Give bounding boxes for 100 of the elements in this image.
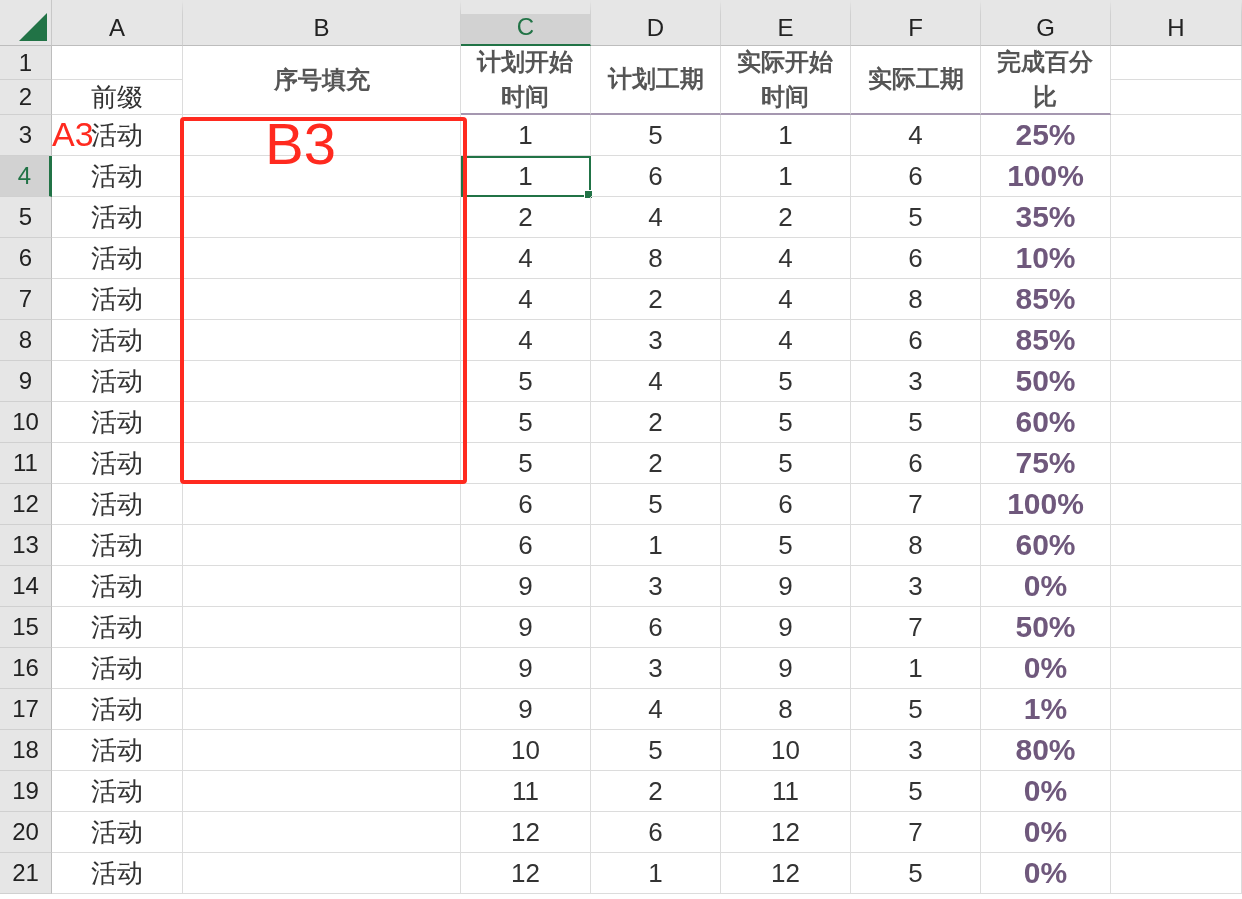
column-header[interactable]: H: [1111, 0, 1242, 46]
table-cell: 7: [908, 611, 923, 643]
table-cell: 2: [518, 201, 533, 233]
column-header[interactable]: C: [461, 0, 591, 46]
table-cell: 1%: [1023, 692, 1068, 726]
table-cell: 9: [518, 652, 533, 684]
row-header[interactable]: 21: [0, 853, 52, 894]
table-cell: 6: [908, 447, 923, 479]
corner-triangle-icon: [19, 13, 47, 41]
table-cell-text: 活动: [91, 692, 143, 726]
table-cell: 5: [778, 447, 793, 479]
row-header[interactable]: 14: [0, 566, 52, 607]
row-header[interactable]: 10: [0, 402, 52, 443]
table-cell-text: 活动: [91, 733, 143, 767]
table-cell: 11: [512, 775, 539, 807]
table-cell: 60%: [1015, 528, 1076, 562]
table-cell: 10: [771, 734, 800, 766]
table-cell: 6: [648, 816, 663, 848]
row-header[interactable]: 8: [0, 320, 52, 361]
table-cell: 12: [771, 857, 800, 889]
table-cell: 2: [648, 283, 663, 315]
column-title: 完成百分比: [996, 46, 1095, 112]
table-cell-text: 活动: [91, 200, 143, 234]
table-cell: 8: [908, 283, 923, 315]
table-cell-text: 活动: [91, 856, 143, 890]
column-title: 实际工期: [867, 64, 964, 95]
table-cell-text: 活动: [91, 774, 143, 808]
column-header[interactable]: A: [52, 0, 183, 46]
row-header[interactable]: 12: [0, 484, 52, 525]
row-header[interactable]: 3: [0, 115, 52, 156]
table-cell: 9: [518, 693, 533, 725]
table-cell: 3: [648, 570, 663, 602]
table-cell: 6: [908, 160, 923, 192]
row-header[interactable]: 5: [0, 197, 52, 238]
table-cell: 1: [518, 119, 533, 151]
table-cell: 8: [908, 529, 923, 561]
table-cell: 4: [518, 324, 533, 356]
table-cell: 9: [778, 611, 793, 643]
row-header[interactable]: 4: [0, 156, 52, 197]
column-title: 计划开始时间: [475, 46, 575, 112]
table-cell: 75%: [1015, 446, 1076, 480]
table-cell: 0%: [1023, 651, 1068, 685]
row-header[interactable]: 16: [0, 648, 52, 689]
table-cell: 4: [778, 283, 793, 315]
table-cell: 50%: [1015, 364, 1076, 398]
table-cell: 6: [518, 488, 533, 520]
table-cell: 10%: [1015, 241, 1076, 275]
table-cell: 9: [518, 611, 533, 643]
select-all-corner[interactable]: [0, 0, 52, 46]
table-cell: 9: [518, 570, 533, 602]
table-cell: 6: [648, 611, 663, 643]
table-cell: 5: [778, 529, 793, 561]
table-cell: 12: [771, 816, 800, 848]
table-cell-text: 活动: [91, 487, 143, 521]
table-cell: 4: [648, 693, 663, 725]
column-header[interactable]: D: [591, 0, 721, 46]
row-header[interactable]: 11: [0, 443, 52, 484]
table-cell: 3: [648, 324, 663, 356]
column-title: 实际开始时间: [736, 46, 835, 112]
table-cell: 85%: [1015, 323, 1076, 357]
row-header[interactable]: 6: [0, 238, 52, 279]
row-header[interactable]: 17: [0, 689, 52, 730]
table-cell: 1: [908, 652, 923, 684]
column-header[interactable]: E: [721, 0, 851, 46]
row-header[interactable]: 20: [0, 812, 52, 853]
table-cell: 5: [908, 406, 923, 438]
table-cell: 9: [778, 570, 793, 602]
table-cell: 25%: [1015, 118, 1076, 152]
column-header[interactable]: F: [851, 0, 981, 46]
table-cell: 5: [648, 734, 663, 766]
table-cell: 3: [908, 734, 923, 766]
table-cell: 6: [908, 324, 923, 356]
table-cell: 5: [778, 365, 793, 397]
column-header[interactable]: G: [981, 0, 1111, 46]
table-cell: 60%: [1015, 405, 1076, 439]
table-cell: 2: [648, 406, 663, 438]
table-cell: 4: [648, 365, 663, 397]
table-cell-text: 活动: [91, 159, 143, 193]
table-cell: 2: [648, 775, 663, 807]
fill-handle[interactable]: [584, 190, 593, 199]
table-cell: 5: [518, 406, 533, 438]
row-header[interactable]: 19: [0, 771, 52, 812]
table-cell-text: 活动: [91, 446, 143, 480]
table-cell: 3: [908, 365, 923, 397]
table-cell: 5: [778, 406, 793, 438]
table-cell-text: 活动: [91, 323, 143, 357]
table-cell-text: 活动: [91, 651, 143, 685]
row-header[interactable]: 15: [0, 607, 52, 648]
table-cell: 6: [908, 242, 923, 274]
row-header[interactable]: 1: [0, 46, 52, 80]
table-cell: 1: [518, 160, 533, 192]
column-header[interactable]: B: [183, 0, 461, 46]
row-header[interactable]: 9: [0, 361, 52, 402]
table-cell: 5: [908, 201, 923, 233]
row-header[interactable]: 7: [0, 279, 52, 320]
row-header[interactable]: 18: [0, 730, 52, 771]
row-header[interactable]: 2: [0, 80, 52, 115]
row-header[interactable]: 13: [0, 525, 52, 566]
table-cell: 4: [648, 201, 663, 233]
table-cell: 0%: [1023, 774, 1068, 808]
